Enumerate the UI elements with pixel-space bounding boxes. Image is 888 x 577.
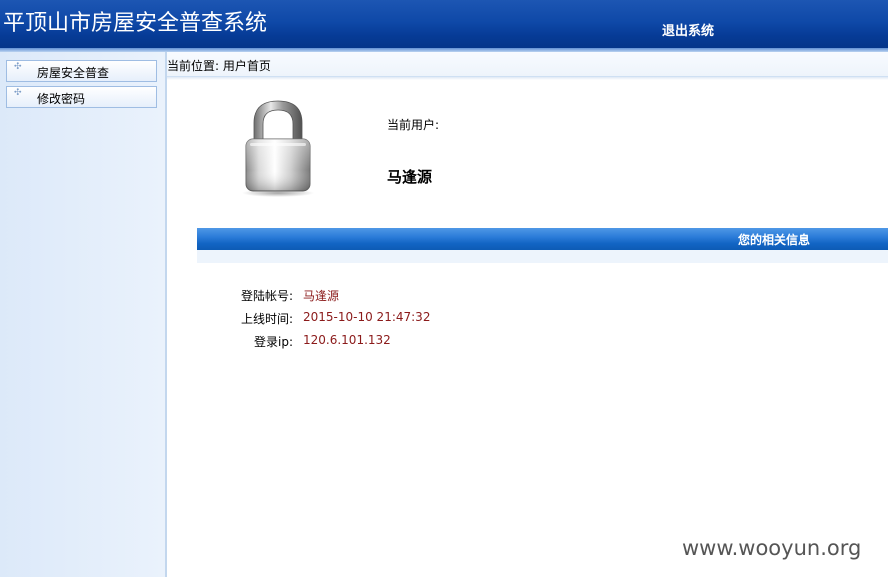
info-section-subbar — [197, 250, 888, 263]
menu-bullet-icon: ✣ — [14, 88, 22, 98]
login-account-value: 马逢源 — [303, 289, 340, 303]
login-ip-label: 登录ip: — [254, 335, 293, 349]
sidebar-item-change-password[interactable]: ✣ 修改密码 — [6, 86, 157, 108]
breadcrumb-text: 当前位置: 用户首页 — [167, 59, 271, 73]
logout-link[interactable]: 退出系统 — [662, 20, 714, 39]
app-title: 平顶山市房屋安全普查系统 — [3, 11, 268, 36]
info-section-header: 您的相关信息 — [197, 228, 888, 250]
online-time-value: 2015-10-10 21:47:32 — [303, 310, 431, 324]
current-user-label: 当前用户: — [387, 118, 440, 132]
sidebar-item-house-survey[interactable]: ✣ 房屋安全普查 — [6, 60, 157, 82]
login-account-label: 登陆帐号: — [240, 289, 293, 303]
current-user-name: 马逢源 — [387, 168, 433, 186]
sidebar: ✣ 房屋安全普查 ✣ 修改密码 — [0, 52, 167, 577]
sidebar-item-label: 房屋安全普查 — [37, 66, 110, 80]
login-ip-value: 120.6.101.132 — [303, 333, 391, 347]
breadcrumb-shadow — [167, 77, 888, 80]
menu-bullet-icon: ✣ — [14, 62, 22, 72]
info-section-title: 您的相关信息 — [738, 233, 811, 247]
header-bar: 平顶山市房屋安全普查系统 退出系统 — [0, 0, 888, 48]
lock-icon — [238, 97, 318, 197]
watermark: www.wooyun.org — [682, 536, 862, 560]
breadcrumb: 当前位置: 用户首页 — [167, 52, 888, 77]
online-time-label: 上线时间: — [240, 312, 293, 326]
sidebar-item-label: 修改密码 — [37, 92, 86, 106]
